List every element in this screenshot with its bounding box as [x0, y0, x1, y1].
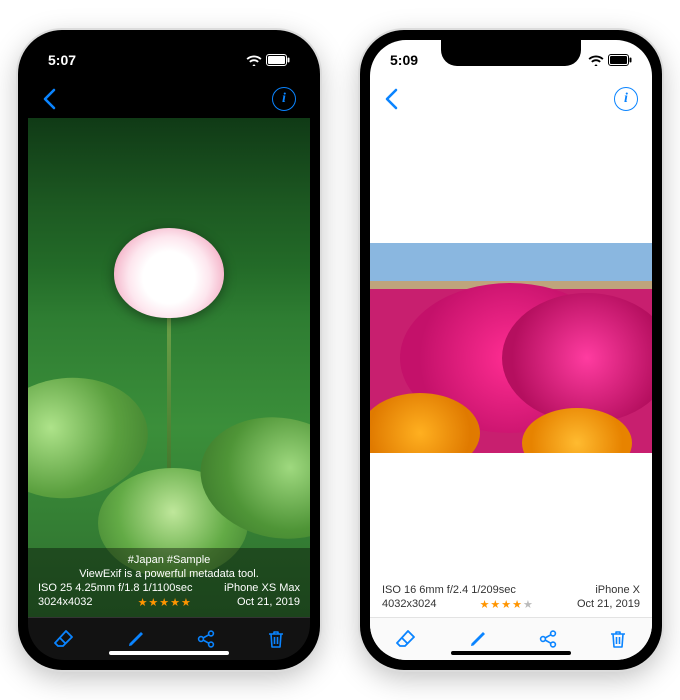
photo-viewport[interactable]: ISO 16 6mm f/2.4 1/209sec iPhone X 4032x… [370, 118, 652, 617]
wifi-icon [588, 54, 604, 66]
trash-button[interactable] [267, 629, 285, 649]
eraser-icon [53, 629, 75, 649]
rating-stars: ★★★★★ [480, 598, 534, 611]
status-time: 5:09 [390, 52, 418, 68]
share-button[interactable] [196, 629, 216, 649]
device-notch [99, 40, 239, 66]
caption-tags: #Japan #Sample [38, 554, 300, 566]
nav-bar: i [370, 80, 652, 118]
caption-text: ViewExif is a powerful metadata tool. [38, 568, 300, 580]
trash-button[interactable] [609, 629, 627, 649]
metadata-block: ISO 16 6mm f/2.4 1/209sec iPhone X 4032x… [370, 578, 652, 617]
rating-stars: ★★★★★ [138, 596, 192, 609]
photo-lotus [28, 118, 310, 617]
screen: 5:09 i ISO 16 6mm f/2.4 [370, 40, 652, 660]
chevron-left-icon [42, 88, 56, 110]
pencil-icon [468, 629, 488, 649]
padding-top [370, 118, 652, 243]
photo-viewport[interactable]: #Japan #Sample ViewExif is a powerful me… [28, 118, 310, 617]
exif-text: ISO 25 4.25mm f/1.8 1/1100sec [38, 582, 193, 594]
device-text: iPhone XS Max [224, 582, 300, 594]
battery-icon [608, 54, 632, 66]
pencil-icon [126, 629, 146, 649]
back-button[interactable] [42, 88, 56, 110]
metadata-overlay: #Japan #Sample ViewExif is a powerful me… [28, 548, 310, 617]
nav-bar: i [28, 80, 310, 118]
info-button[interactable]: i [272, 87, 296, 111]
device-text: iPhone X [595, 584, 640, 596]
photo-flower-field [370, 243, 652, 453]
wifi-icon [246, 54, 262, 66]
screen: 5:07 i #Japan #Sample ViewExif is a powe… [28, 40, 310, 660]
padding-bottom [370, 453, 652, 578]
home-indicator [451, 651, 571, 655]
share-icon [538, 629, 558, 649]
date-text: Oct 21, 2019 [577, 598, 640, 611]
phone-mockup-2: 5:09 i ISO 16 6mm f/2.4 [360, 30, 662, 670]
info-button[interactable]: i [614, 87, 638, 111]
status-icons [588, 54, 632, 66]
pencil-button[interactable] [126, 629, 146, 649]
device-notch [441, 40, 581, 66]
info-icon: i [624, 91, 628, 107]
lotus-bloom [114, 228, 224, 318]
trash-icon [267, 629, 285, 649]
share-button[interactable] [538, 629, 558, 649]
eraser-button[interactable] [53, 629, 75, 649]
home-indicator [109, 651, 229, 655]
exif-text: ISO 16 6mm f/2.4 1/209sec [382, 584, 516, 596]
trash-icon [609, 629, 627, 649]
status-icons [246, 54, 290, 66]
back-button[interactable] [384, 88, 398, 110]
phone-mockup-1: 5:07 i #Japan #Sample ViewExif is a powe… [18, 30, 320, 670]
pencil-button[interactable] [468, 629, 488, 649]
eraser-button[interactable] [395, 629, 417, 649]
eraser-icon [395, 629, 417, 649]
battery-icon [266, 54, 290, 66]
share-icon [196, 629, 216, 649]
dimensions-text: 4032x3024 [382, 598, 436, 611]
status-time: 5:07 [48, 52, 76, 68]
date-text: Oct 21, 2019 [237, 596, 300, 609]
chevron-left-icon [384, 88, 398, 110]
dimensions-text: 3024x4032 [38, 596, 92, 609]
info-icon: i [282, 91, 286, 107]
